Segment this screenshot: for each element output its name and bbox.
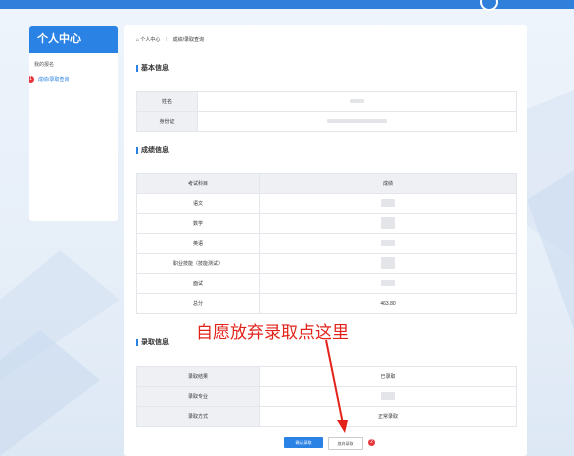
- column-header-score: 成绩: [259, 173, 517, 194]
- confirm-admission-button[interactable]: 确认录取: [284, 437, 323, 448]
- table-cell-label: 语文: [136, 193, 260, 214]
- annotation-text: 自愿放弃录取点这里: [196, 323, 349, 343]
- abandon-admission-button[interactable]: 放弃录取: [328, 437, 363, 450]
- basic-info-table: 姓名 身份证: [136, 91, 517, 132]
- table-cell-label: 身份证: [136, 111, 198, 132]
- table-row: 数学: [136, 213, 517, 234]
- table-cell-label: 姓名: [136, 91, 198, 112]
- table-cell-label: 录取方式: [136, 406, 260, 427]
- table-cell-label: 职业技能（技能测试）: [136, 253, 260, 274]
- table-cell-value: 463.80: [259, 293, 517, 314]
- table-cell-label: 录取结果: [136, 366, 260, 387]
- sidebar: 个人中心 我的报名 1 成绩/录取查询: [29, 26, 118, 221]
- table-row: 录取结果 已录取: [136, 366, 517, 387]
- table-header-row: 考试科目 成绩: [136, 173, 517, 194]
- table-cell-value: [197, 111, 517, 132]
- column-header-subject: 考试科目: [136, 173, 260, 194]
- sidebar-item-label: 我的报名: [34, 62, 55, 68]
- table-row: 面试: [136, 273, 517, 294]
- sidebar-title: 个人中心: [29, 26, 118, 53]
- table-cell-label: 面试: [136, 273, 260, 294]
- table-row: 语文: [136, 193, 517, 214]
- score-table: 考试科目 成绩 语文 数学 英语 职业技能（技能测试） 面试 总分 463.80: [136, 173, 517, 314]
- table-row: 总分 463.80: [136, 293, 517, 314]
- table-row: 职业技能（技能测试）: [136, 253, 517, 274]
- sidebar-item-score-query[interactable]: 1 成绩/录取查询: [29, 74, 118, 86]
- table-cell-label: 数学: [136, 213, 260, 234]
- section-title-admission: 录取信息: [136, 339, 169, 346]
- breadcrumb-separator: /: [165, 37, 168, 43]
- table-cell-value: 已录取: [259, 366, 517, 387]
- table-row: 录取方式 正常录取: [136, 406, 517, 427]
- breadcrumb-home[interactable]: 个人中心: [140, 37, 160, 43]
- table-row: 身份证: [136, 111, 517, 132]
- table-cell-value: 正常录取: [259, 406, 517, 427]
- section-title-basic: 基本信息: [136, 65, 169, 72]
- section-title-score: 成绩信息: [136, 147, 169, 154]
- home-icon[interactable]: ⌂: [136, 37, 139, 43]
- step-badge: 2: [368, 439, 375, 446]
- step-badge: 1: [29, 76, 34, 83]
- admission-table: 录取结果 已录取 录取专业 录取方式 正常录取: [136, 366, 517, 427]
- table-row: 录取专业: [136, 386, 517, 407]
- table-cell-value: [259, 213, 517, 234]
- table-cell-value: [259, 253, 517, 274]
- table-cell-label: 英语: [136, 233, 260, 254]
- breadcrumb-current: 成绩/录取查询: [172, 37, 204, 43]
- table-row: 姓名: [136, 91, 517, 112]
- table-cell-value: [259, 233, 517, 254]
- table-cell-value: [259, 386, 517, 407]
- table-cell-value: [259, 273, 517, 294]
- table-cell-value: [197, 91, 517, 112]
- table-row: 英语: [136, 233, 517, 254]
- table-cell-label: 总分: [136, 293, 260, 314]
- main-panel: ⌂ 个人中心 / 成绩/录取查询 基本信息 姓名 身份证 成绩信息 考试科目 成…: [124, 25, 527, 456]
- sidebar-item-my-registration[interactable]: 我的报名: [29, 59, 118, 71]
- table-cell-value: [259, 193, 517, 214]
- breadcrumb: ⌂ 个人中心 / 成绩/录取查询: [136, 36, 204, 43]
- sidebar-item-label: 成绩/录取查询: [38, 77, 70, 83]
- table-cell-label: 录取专业: [136, 386, 260, 407]
